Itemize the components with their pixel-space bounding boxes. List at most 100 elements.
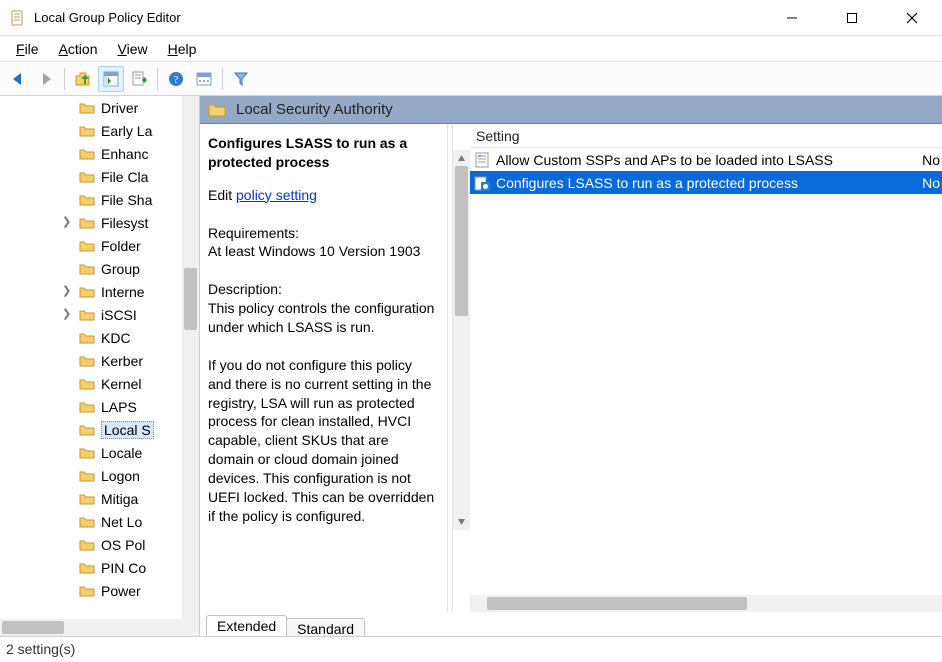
tree-item[interactable]: File Cla [0,165,199,188]
column-header-setting[interactable]: Setting [470,124,942,148]
tree-vertical-scrollbar[interactable] [182,96,199,619]
app-icon [10,10,26,26]
tree-item[interactable]: Mitiga [0,487,199,510]
folder-icon [79,469,95,482]
tree-item[interactable]: LAPS [0,395,199,418]
close-button[interactable] [882,0,942,35]
tree-item-label: OS Pol [101,537,145,553]
tree-item-label: Kerber [101,353,143,369]
tab-standard[interactable]: Standard [286,618,365,636]
tree-item-label: Group [101,261,140,277]
tree-view[interactable]: DriverEarly LaEnhancFile ClaFile Sha❯Fil… [0,96,199,619]
expand-icon[interactable]: ❯ [62,307,74,320]
tree-item-label: Locale [101,445,142,461]
up-button[interactable] [70,66,96,92]
tree-item[interactable]: Kernel [0,372,199,395]
scroll-down-icon[interactable] [453,513,470,530]
tree-item[interactable]: Locale [0,441,199,464]
scrollbar-thumb[interactable] [184,268,197,330]
tree-item[interactable]: Group [0,257,199,280]
svg-text:?: ? [174,74,179,86]
expand-icon[interactable]: ❯ [62,215,74,228]
tree-item[interactable]: Driver [0,96,199,119]
back-button[interactable] [5,66,31,92]
scrollbar-thumb[interactable] [455,166,468,316]
policy-icon [474,175,490,191]
menu-help[interactable]: Help [158,39,207,59]
menu-file[interactable]: File [6,39,49,59]
window-controls [762,0,942,35]
tree-item[interactable]: ❯Filesyst [0,211,199,234]
folder-icon [208,102,226,117]
tree-item[interactable]: ❯Interne [0,280,199,303]
folder-icon [79,492,95,505]
tree-item-label: Local S [101,421,154,439]
tree-item[interactable]: PIN Co [0,556,199,579]
scrollbar-thumb[interactable] [2,621,64,634]
tree-item[interactable]: Power [0,579,199,602]
tree-pane: DriverEarly LaEnhancFile ClaFile Sha❯Fil… [0,96,200,636]
setting-state: No [922,152,940,168]
requirements-label: Requirements: [208,224,435,243]
status-text: 2 setting(s) [6,641,75,657]
description-pane: Configures LSASS to run as a protected p… [200,124,447,612]
toolbar-separator [157,68,158,90]
folder-icon [79,446,95,459]
tree-item[interactable]: Local S [0,418,199,441]
window-title: Local Group Policy Editor [34,10,762,25]
tree-item-label: iSCSI [101,307,137,323]
folder-icon [79,124,95,137]
folder-icon [79,101,95,114]
menu-view[interactable]: View [108,39,158,59]
scroll-up-icon[interactable] [453,150,470,167]
policy-setting-link[interactable]: policy setting [236,187,317,203]
tab-extended[interactable]: Extended [206,615,287,636]
list-horizontal-scrollbar[interactable] [470,595,942,612]
toolbar-separator [64,68,65,90]
tree-item[interactable]: Folder [0,234,199,257]
help-button[interactable]: ? [163,66,189,92]
tree-item[interactable]: Early La [0,119,199,142]
list-vertical-scrollbar[interactable] [453,150,470,530]
tree-item-label: Mitiga [101,491,138,507]
tree-item[interactable]: Net Lo [0,510,199,533]
menu-action[interactable]: Action [49,39,108,59]
export-list-button[interactable] [126,66,152,92]
tree-item[interactable]: Kerber [0,349,199,372]
setting-name: Configures LSASS to run as a protected p… [496,175,942,191]
list-row[interactable]: Configures LSASS to run as a protected p… [470,171,942,194]
list-row[interactable]: Allow Custom SSPs and APs to be loaded i… [470,148,942,171]
minimize-button[interactable] [762,0,822,35]
tree-item[interactable]: Enhanc [0,142,199,165]
tree-item[interactable]: KDC [0,326,199,349]
folder-icon [79,377,95,390]
expand-icon[interactable]: ❯ [62,284,74,297]
maximize-button[interactable] [822,0,882,35]
folder-icon [79,193,95,206]
view-tabs: Extended Standard [200,612,942,636]
properties-button[interactable] [191,66,217,92]
settings-list-wrap: Setting Allow Custom SSPs and APs to be … [453,124,942,612]
tree-item-label: Net Lo [101,514,142,530]
tree-item-label: Folder [101,238,141,254]
tree-item-label: LAPS [101,399,137,415]
forward-button[interactable] [33,66,59,92]
tree-horizontal-scrollbar[interactable] [0,619,199,636]
folder-icon [79,170,95,183]
filter-button[interactable] [228,66,254,92]
client-area: DriverEarly LaEnhancFile ClaFile Sha❯Fil… [0,96,942,637]
tree-item[interactable]: Logon [0,464,199,487]
tree-item[interactable]: OS Pol [0,533,199,556]
tree-item-label: Power [101,583,141,599]
settings-list[interactable]: Setting Allow Custom SSPs and APs to be … [470,124,942,595]
folder-icon [79,354,95,367]
folder-icon [79,308,95,321]
folder-icon [79,262,95,275]
tree-item[interactable]: File Sha [0,188,199,211]
show-hide-tree-button[interactable] [98,66,124,92]
folder-icon [79,584,95,597]
scrollbar-thumb[interactable] [487,597,747,610]
tree-item[interactable]: ❯ iSCSI [0,303,199,326]
folder-icon [79,239,95,252]
requirements-value: At least Windows 10 Version 1903 [208,242,435,261]
